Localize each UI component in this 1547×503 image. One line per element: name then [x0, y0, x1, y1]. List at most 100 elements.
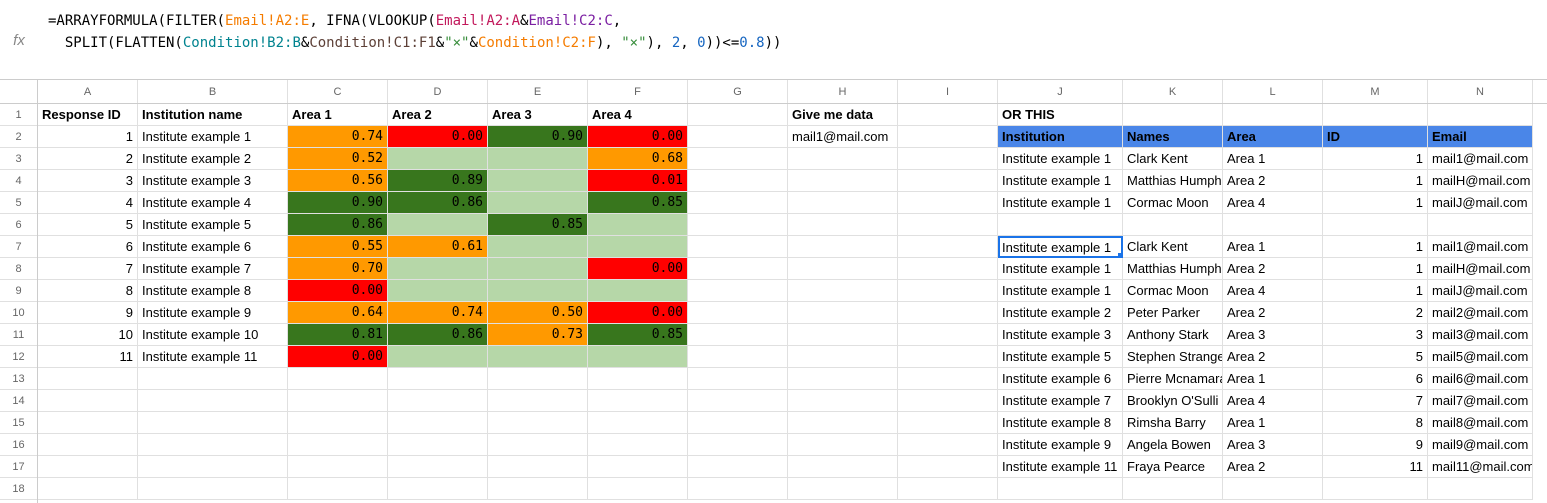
area-value[interactable]: 0.86: [288, 214, 388, 236]
right-id[interactable]: 1: [1323, 258, 1428, 280]
right-inst[interactable]: Institute example 3: [998, 324, 1123, 346]
cell[interactable]: [38, 456, 138, 478]
response-id[interactable]: 2: [38, 148, 138, 170]
area-value[interactable]: [488, 148, 588, 170]
column-header-C[interactable]: C: [288, 80, 388, 103]
cell[interactable]: [898, 104, 998, 126]
response-id[interactable]: 5: [38, 214, 138, 236]
right-email[interactable]: mail2@mail.com: [1428, 302, 1533, 324]
cell[interactable]: [688, 434, 788, 456]
cell[interactable]: [38, 390, 138, 412]
row-header-13[interactable]: 13: [0, 368, 37, 390]
area-value[interactable]: [488, 346, 588, 368]
cell[interactable]: [998, 214, 1123, 236]
cell[interactable]: [788, 214, 898, 236]
cell[interactable]: [788, 434, 898, 456]
blue-header-institution[interactable]: Institution: [998, 126, 1123, 148]
cell[interactable]: [138, 412, 288, 434]
cell[interactable]: [898, 170, 998, 192]
response-id[interactable]: 4: [38, 192, 138, 214]
cell[interactable]: [1123, 104, 1223, 126]
right-inst[interactable]: Institute example 1: [998, 280, 1123, 302]
institution-name[interactable]: Institute example 4: [138, 192, 288, 214]
right-area[interactable]: Area 1: [1223, 412, 1323, 434]
right-id[interactable]: 1: [1323, 148, 1428, 170]
area-value[interactable]: 0.81: [288, 324, 388, 346]
cell[interactable]: [388, 434, 488, 456]
cell[interactable]: [688, 324, 788, 346]
cell[interactable]: [1223, 478, 1323, 500]
right-id[interactable]: 2: [1323, 302, 1428, 324]
right-email[interactable]: mail3@mail.com: [1428, 324, 1533, 346]
response-id[interactable]: 10: [38, 324, 138, 346]
cell[interactable]: [588, 434, 688, 456]
right-inst[interactable]: Institute example 1: [998, 148, 1123, 170]
area-value[interactable]: 0.61: [388, 236, 488, 258]
area-value[interactable]: 0.73: [488, 324, 588, 346]
right-name[interactable]: Rimsha Barry: [1123, 412, 1223, 434]
cell[interactable]: [898, 280, 998, 302]
right-email[interactable]: mail9@mail.com: [1428, 434, 1533, 456]
right-email[interactable]: mailH@mail.com: [1428, 258, 1533, 280]
right-inst[interactable]: Institute example 11: [998, 456, 1123, 478]
cell[interactable]: [388, 412, 488, 434]
row-header-12[interactable]: 12: [0, 346, 37, 368]
response-id[interactable]: 1: [38, 126, 138, 148]
cell[interactable]: [788, 148, 898, 170]
right-inst[interactable]: Institute example 1: [998, 236, 1123, 258]
cell[interactable]: [138, 456, 288, 478]
right-id[interactable]: 7: [1323, 390, 1428, 412]
column-header-N[interactable]: N: [1428, 80, 1533, 103]
institution-name[interactable]: Institute example 6: [138, 236, 288, 258]
cell[interactable]: [1323, 478, 1428, 500]
right-area[interactable]: Area 2: [1223, 258, 1323, 280]
column-header-K[interactable]: K: [1123, 80, 1223, 103]
right-email[interactable]: mail6@mail.com: [1428, 368, 1533, 390]
right-email[interactable]: mailH@mail.com: [1428, 170, 1533, 192]
cell[interactable]: [788, 478, 898, 500]
right-area[interactable]: Area 3: [1223, 434, 1323, 456]
row-header-14[interactable]: 14: [0, 390, 37, 412]
area-value[interactable]: 0.50: [488, 302, 588, 324]
area-value[interactable]: 0.85: [588, 192, 688, 214]
select-all-corner[interactable]: [0, 80, 37, 104]
right-area[interactable]: Area 4: [1223, 192, 1323, 214]
cell[interactable]: [38, 368, 138, 390]
right-area[interactable]: Area 1: [1223, 236, 1323, 258]
cell[interactable]: [688, 258, 788, 280]
cell[interactable]: [1323, 214, 1428, 236]
right-area[interactable]: Area 2: [1223, 302, 1323, 324]
area-value[interactable]: [388, 214, 488, 236]
cell[interactable]: [38, 412, 138, 434]
cell[interactable]: [688, 390, 788, 412]
right-id[interactable]: 1: [1323, 236, 1428, 258]
cell[interactable]: [488, 478, 588, 500]
cell[interactable]: [688, 170, 788, 192]
cell[interactable]: [138, 390, 288, 412]
cell[interactable]: [388, 478, 488, 500]
cell[interactable]: [788, 390, 898, 412]
area-value[interactable]: 0.55: [288, 236, 388, 258]
row-header-15[interactable]: 15: [0, 412, 37, 434]
right-email[interactable]: mail8@mail.com: [1428, 412, 1533, 434]
right-area[interactable]: Area 2: [1223, 170, 1323, 192]
cell[interactable]: [788, 170, 898, 192]
area-value[interactable]: 0.74: [288, 126, 388, 148]
right-area[interactable]: Area 2: [1223, 346, 1323, 368]
area-value[interactable]: [488, 236, 588, 258]
right-inst[interactable]: Institute example 1: [998, 258, 1123, 280]
right-email[interactable]: mailJ@mail.com: [1428, 280, 1533, 302]
cell[interactable]: [488, 368, 588, 390]
right-id[interactable]: 6: [1323, 368, 1428, 390]
cell[interactable]: [1428, 104, 1533, 126]
right-id[interactable]: 9: [1323, 434, 1428, 456]
header-area4[interactable]: Area 4: [588, 104, 688, 126]
area-value[interactable]: 0.56: [288, 170, 388, 192]
blue-header-area[interactable]: Area: [1223, 126, 1323, 148]
right-inst[interactable]: Institute example 1: [998, 170, 1123, 192]
right-email[interactable]: mail5@mail.com: [1428, 346, 1533, 368]
response-id[interactable]: 8: [38, 280, 138, 302]
area-value[interactable]: [388, 148, 488, 170]
cell[interactable]: [898, 258, 998, 280]
institution-name[interactable]: Institute example 5: [138, 214, 288, 236]
